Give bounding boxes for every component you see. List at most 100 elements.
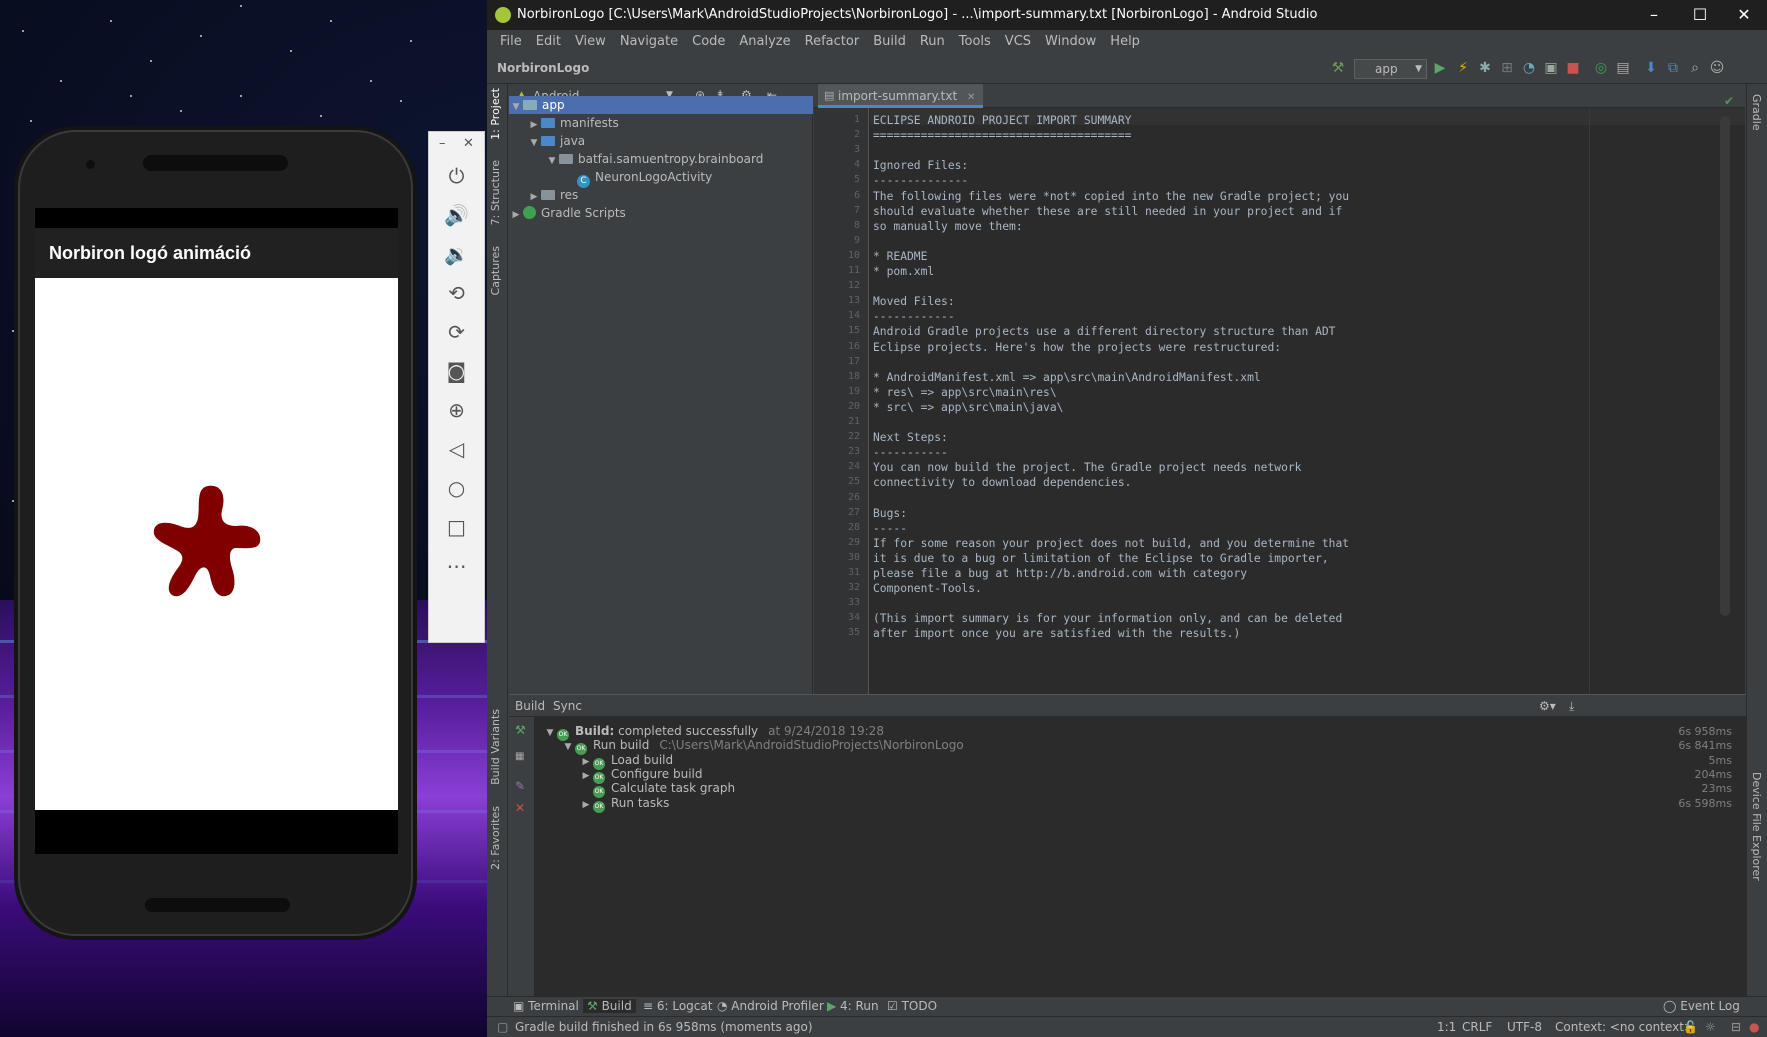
- menu-refactor[interactable]: Refactor: [798, 30, 867, 54]
- menu-vcs[interactable]: VCS: [998, 30, 1038, 54]
- tab-gradle[interactable]: Gradle: [1750, 94, 1763, 131]
- rotate-left-icon[interactable]: ⟲: [429, 275, 484, 311]
- window-maximize-icon[interactable]: ☐: [1677, 0, 1723, 30]
- lock-icon[interactable]: 🔓: [1683, 1020, 1698, 1034]
- event-log-button[interactable]: ◯ Event Log: [1663, 999, 1740, 1013]
- error-indicator-icon[interactable]: ●: [1749, 1020, 1759, 1034]
- pin-icon[interactable]: ✎: [515, 779, 525, 793]
- tree-item-app[interactable]: ▼ app: [509, 96, 813, 114]
- code-line: after import once you are satisfied with…: [873, 627, 1241, 641]
- memory-icon[interactable]: ⊟: [1731, 1020, 1741, 1034]
- power-icon[interactable]: ⏻: [429, 158, 484, 194]
- navigation-toolbar: NorbironLogo ⚒ app ▼ ▶ ⚡ ✱ ⊞ ◔ ▣ ■ ◎ ▤ ⬇ …: [487, 54, 1767, 84]
- close-icon[interactable]: ✕: [463, 136, 474, 151]
- tree-item-manifests[interactable]: ▶ manifests: [509, 114, 813, 132]
- context-indicator[interactable]: Context: <no context>: [1555, 1020, 1694, 1034]
- search-icon[interactable]: ⌕: [1687, 60, 1703, 76]
- logcat-button[interactable]: ≡ 6: Logcat: [643, 999, 712, 1013]
- toggle-view-icon[interactable]: ▦: [515, 751, 524, 762]
- make-project-icon[interactable]: ⚒: [1330, 60, 1346, 76]
- volume-up-icon[interactable]: 🔊: [429, 197, 484, 233]
- rotate-right-icon[interactable]: ⟳: [429, 314, 484, 350]
- inspector-icon[interactable]: ☼: [1705, 1020, 1716, 1034]
- tab-favorites[interactable]: 2: Favorites: [489, 806, 502, 870]
- menu-navigate[interactable]: Navigate: [613, 30, 685, 54]
- breadcrumb[interactable]: NorbironLogo: [497, 61, 589, 75]
- menu-code[interactable]: Code: [685, 30, 732, 54]
- sync-gradle-icon[interactable]: ◎: [1593, 60, 1609, 76]
- sdk-manager-icon[interactable]: ⬇: [1643, 60, 1659, 76]
- android-studio-window: NorbironLogo [C:\Users\Mark\AndroidStudi…: [487, 0, 1767, 1037]
- gear-icon[interactable]: ⚙▾: [1539, 699, 1556, 713]
- volume-down-icon[interactable]: 🔉: [429, 236, 484, 272]
- apply-changes-icon[interactable]: ⚡: [1455, 60, 1471, 76]
- star: [110, 20, 112, 22]
- avd-manager-icon[interactable]: ▤: [1615, 60, 1631, 76]
- tab-project[interactable]: 1: Project: [489, 88, 502, 140]
- hide-panel-icon[interactable]: ⤓: [1569, 699, 1574, 714]
- tab-captures[interactable]: Captures: [489, 246, 502, 295]
- menu-build[interactable]: Build: [866, 30, 913, 54]
- android-profiler-button[interactable]: ◔ Android Profiler: [717, 999, 824, 1013]
- chevron-right-icon[interactable]: ▶: [509, 206, 523, 224]
- menu-tools[interactable]: Tools: [952, 30, 998, 54]
- minimize-icon[interactable]: –: [439, 136, 446, 151]
- attach-debugger-icon[interactable]: ⊞: [1499, 60, 1515, 76]
- user-icon[interactable]: ☺: [1709, 60, 1725, 76]
- tab-sync[interactable]: Sync: [553, 699, 582, 713]
- app-title-bar: Norbiron logó animáció: [35, 228, 398, 278]
- run-icon[interactable]: ▶: [1432, 60, 1448, 76]
- menu-edit[interactable]: Edit: [529, 30, 568, 54]
- tree-item-res[interactable]: ▶ res: [509, 186, 813, 204]
- home-icon[interactable]: ○: [429, 470, 484, 506]
- menu-file[interactable]: File: [493, 30, 529, 54]
- caret-position[interactable]: 1:1: [1437, 1020, 1456, 1034]
- build-step-label: Configure build: [611, 766, 703, 781]
- zoom-icon[interactable]: ⊕: [429, 392, 484, 428]
- editor-scrollbar[interactable]: [1720, 116, 1730, 616]
- tab-import-summary[interactable]: ▤ import-summary.txt ✕: [818, 84, 984, 108]
- run-config-select[interactable]: app ▼: [1354, 59, 1427, 79]
- window-minimize-icon[interactable]: –: [1631, 0, 1677, 30]
- tree-item-neuronlogoactivity[interactable]: C NeuronLogoActivity: [509, 168, 813, 188]
- build-button[interactable]: ⚒ Build: [583, 999, 636, 1013]
- stop-icon[interactable]: ■: [1565, 60, 1581, 76]
- tab-device-file-explorer[interactable]: Device File Explorer: [1750, 772, 1763, 881]
- overview-icon[interactable]: □: [429, 509, 484, 545]
- window-close-icon[interactable]: ✕: [1721, 0, 1767, 30]
- profile-icon[interactable]: ◔: [1521, 60, 1537, 76]
- coverage-icon[interactable]: ▣: [1543, 60, 1559, 76]
- tab-build-variants[interactable]: Build Variants: [489, 709, 502, 785]
- success-icon: OK: [593, 800, 605, 813]
- tree-item-package[interactable]: ▼ batfai.samuentropy.brainboard: [509, 150, 813, 168]
- menu-run[interactable]: Run: [913, 30, 952, 54]
- terminal-button[interactable]: ▣ Terminal: [513, 999, 579, 1013]
- status-bar: ▢ Gradle build finished in 6s 958ms (mom…: [487, 1016, 1767, 1037]
- menu-window[interactable]: Window: [1038, 30, 1103, 54]
- back-icon[interactable]: ◁: [429, 431, 484, 467]
- menu-view[interactable]: View: [568, 30, 613, 54]
- run-button[interactable]: ▶ 4: Run: [827, 999, 879, 1013]
- menu-help[interactable]: Help: [1103, 30, 1147, 54]
- close-icon[interactable]: ✕: [967, 92, 975, 103]
- tree-item-java[interactable]: ▼ java: [509, 132, 813, 150]
- todo-button[interactable]: ☑ TODO: [887, 999, 937, 1013]
- debug-icon[interactable]: ✱: [1477, 60, 1493, 76]
- tree-item-gradle-scripts[interactable]: ▶ Gradle Scripts: [509, 204, 813, 222]
- file-encoding[interactable]: UTF-8: [1507, 1020, 1542, 1034]
- close-icon[interactable]: ✕: [515, 801, 525, 815]
- status-panel-icon[interactable]: ▢: [497, 1020, 508, 1034]
- menu-analyze[interactable]: Analyze: [732, 30, 797, 54]
- chevron-right-icon[interactable]: ▶: [579, 797, 593, 814]
- more-icon[interactable]: ⋯: [429, 548, 484, 584]
- line-separator[interactable]: CRLF: [1462, 1020, 1492, 1034]
- code-area[interactable]: ECLIPSE ANDROID PROJECT IMPORT SUMMARY ==…: [814, 108, 1745, 694]
- tab-structure[interactable]: 7: Structure: [489, 160, 502, 225]
- tool-window-bar: ▣ Terminal ⚒ Build ≡ 6: Logcat ◔ Android…: [487, 996, 1767, 1016]
- build-hammer-icon[interactable]: ⚒: [515, 723, 526, 737]
- project-structure-icon[interactable]: ⧉: [1665, 60, 1681, 76]
- build-tree-row[interactable]: ▶ OK Run tasks 6s 598ms: [535, 795, 1746, 814]
- tab-build-output[interactable]: Build: [515, 699, 545, 713]
- status-message[interactable]: Gradle build finished in 6s 958ms (momen…: [515, 1020, 813, 1034]
- screenshot-camera-icon[interactable]: ◙: [429, 353, 484, 389]
